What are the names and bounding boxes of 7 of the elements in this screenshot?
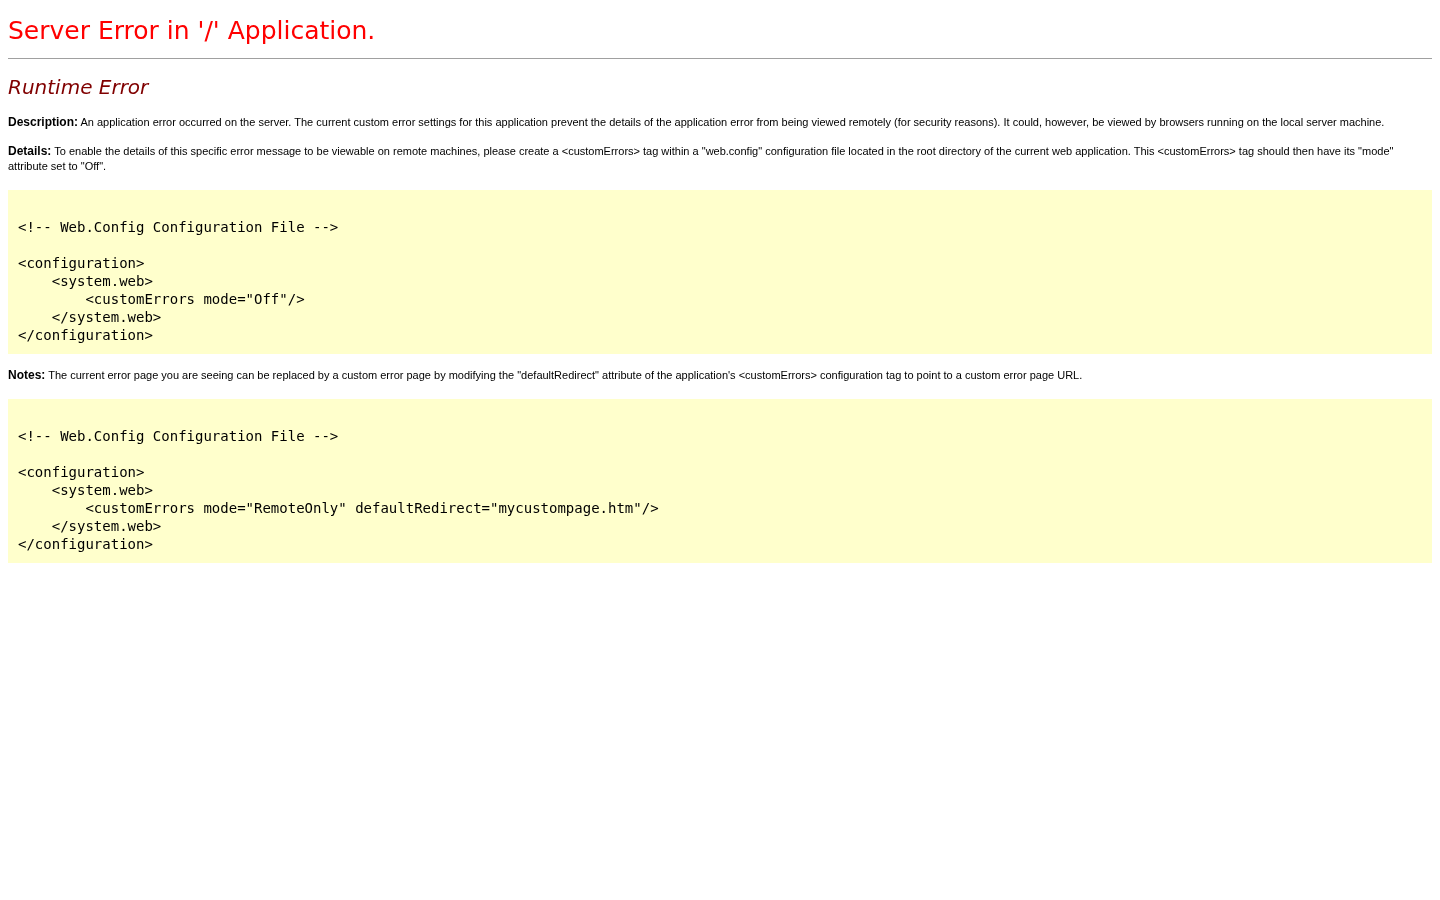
code-block: <!-- Web.Config Configuration File --> <configuration> <system.web> <customErrors mode="Off"/> </system.web> </configuration> (8, 190, 1432, 354)
info-paragraph: Description: An application error occurred on the server. The current custom error settings for this application prevent the details of the application error from being viewed remotely (for security reasons). It could, however, be viewed by browsers running on the local server machine. (8, 115, 1386, 130)
info-paragraph: Details: To enable the details of this specific error message to be viewable on remote machines, please create a <customErrors> tag within a "web.config" configuration file located in the root directory of the current web application. This <customErrors> tag should then have its "mode" attribute set to "Off". (8, 144, 1395, 174)
info-paragraph: Notes: The current error page you are seeing can be replaced by a custom error page by modifying the "defaultRedirect" attribute of the application's <customErrors> configuration tag to point to a custom error page URL. (8, 368, 1084, 383)
page-title: Server Error in '/' Application. (8, 15, 376, 47)
error-heading: Runtime Error (8, 74, 149, 101)
code-block: <!-- Web.Config Configuration File --> <configuration> <system.web> <customErrors mode="RemoteOnly" defaultRedirect="mycustompage.htm"/> </system.web> </configuration> (8, 399, 1432, 563)
